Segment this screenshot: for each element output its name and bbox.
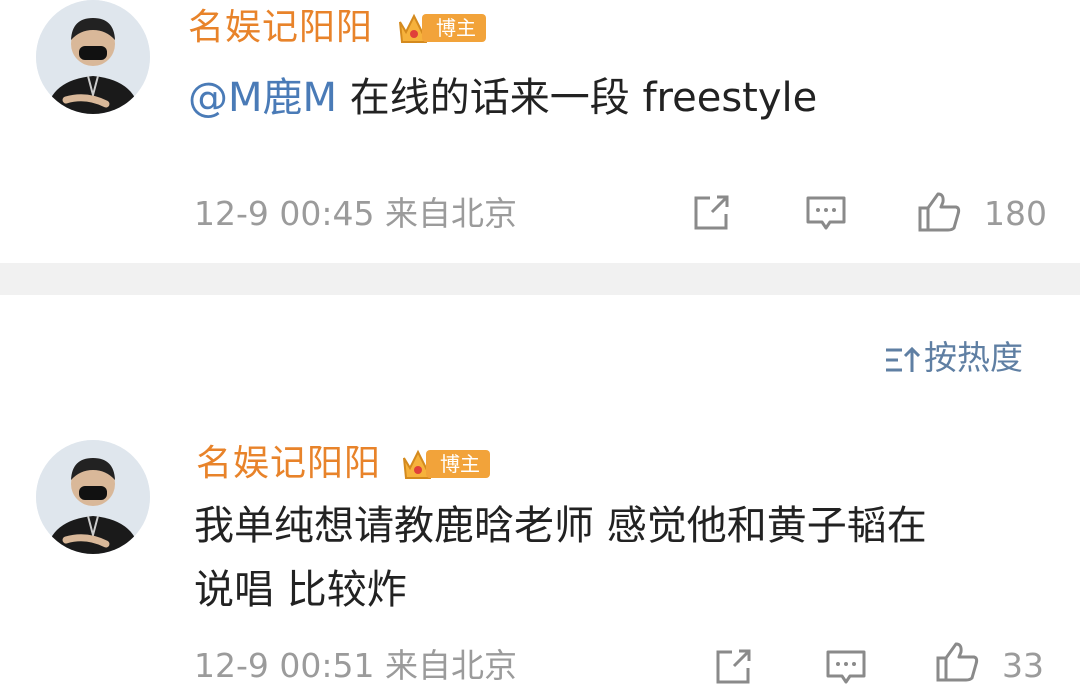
author-name[interactable]: 名娱记阳阳 (196, 442, 381, 486)
comment-item-2: 名娱记阳阳 博主 我单纯想请教鹿晗老师 感觉他和黄子韬在 说唱 比较炸 12-9… (0, 0, 1080, 685)
like-icon[interactable] (934, 640, 980, 684)
like-count: 33 (1002, 646, 1044, 685)
avatar-image (36, 440, 150, 554)
comment-icon[interactable] (824, 646, 868, 688)
comment-meta: 12-9 00:51 来自北京 (194, 644, 517, 688)
timestamp: 12-9 00:51 (194, 646, 375, 685)
badge-label: 博主 (426, 450, 490, 478)
location: 来自北京 (385, 646, 517, 685)
comment-text-line-1: 我单纯想请教鹿晗老师 感觉他和黄子韬在 (194, 503, 927, 549)
share-icon[interactable] (712, 646, 754, 688)
comment-text-line-2: 说唱 比较炸 (194, 567, 407, 613)
avatar[interactable] (36, 440, 150, 554)
